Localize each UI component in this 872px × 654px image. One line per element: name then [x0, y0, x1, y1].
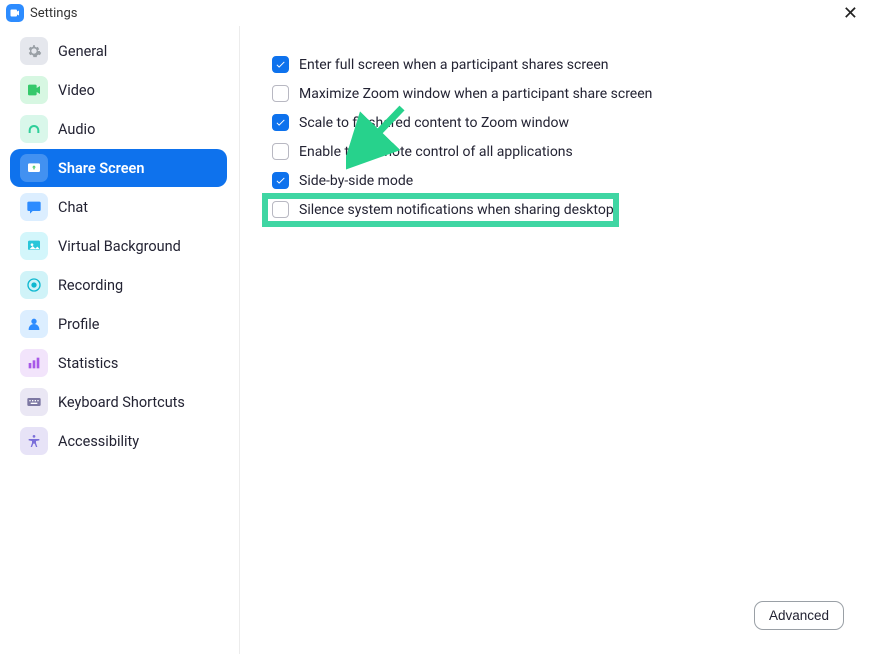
- stats-icon: [20, 349, 48, 377]
- sidebar-item-label: Share Screen: [58, 160, 144, 177]
- window-title: Settings: [30, 6, 77, 21]
- share-icon: [20, 154, 48, 182]
- sidebar-item-share-screen[interactable]: Share Screen: [10, 149, 227, 187]
- option-label: Maximize Zoom window when a participant …: [299, 86, 652, 102]
- sidebar-item-label: Virtual Background: [58, 238, 181, 255]
- sidebar-item-label: Accessibility: [58, 433, 139, 450]
- option-row: Side-by-side mode: [272, 172, 852, 189]
- checkbox[interactable]: [272, 85, 289, 102]
- checkbox[interactable]: [272, 172, 289, 189]
- option-label: Enter full screen when a participant sha…: [299, 57, 609, 73]
- content-pane: Enter full screen when a participant sha…: [240, 26, 872, 654]
- option-row: Maximize Zoom window when a participant …: [272, 85, 852, 102]
- advanced-button[interactable]: Advanced: [754, 601, 844, 630]
- app-icon: [6, 4, 24, 22]
- sidebar-item-keyboard-shortcuts[interactable]: Keyboard Shortcuts: [10, 383, 227, 421]
- checkbox[interactable]: [272, 114, 289, 131]
- sidebar-item-label: Chat: [58, 199, 88, 216]
- chat-icon: [20, 193, 48, 221]
- sidebar-item-label: Profile: [58, 316, 99, 333]
- sidebar-item-label: Keyboard Shortcuts: [58, 394, 185, 411]
- options-list: Enter full screen when a participant sha…: [272, 56, 852, 218]
- sidebar-item-label: Recording: [58, 277, 123, 294]
- option-row: Enter full screen when a participant sha…: [272, 56, 852, 73]
- sidebar-item-label: General: [58, 43, 107, 60]
- record-icon: [20, 271, 48, 299]
- close-button[interactable]: ✕: [839, 3, 862, 24]
- option-row: Scale to fit shared content to Zoom wind…: [272, 114, 852, 131]
- option-label: Enable the remote control of all applica…: [299, 144, 573, 160]
- option-row: Silence system notifications when sharin…: [272, 201, 852, 218]
- sidebar-item-chat[interactable]: Chat: [10, 188, 227, 226]
- titlebar: Settings ✕: [0, 0, 872, 26]
- option-label: Side-by-side mode: [299, 173, 413, 189]
- gear-icon: [20, 37, 48, 65]
- sidebar-item-general[interactable]: General: [10, 32, 227, 70]
- sidebar: General Video Audio Share Screen Chat Virtual…: [0, 26, 240, 654]
- checkbox[interactable]: [272, 56, 289, 73]
- checkbox[interactable]: [272, 201, 289, 218]
- sidebar-item-audio[interactable]: Audio: [10, 110, 227, 148]
- option-label: Silence system notifications when sharin…: [299, 202, 614, 218]
- sidebar-item-virtual-background[interactable]: Virtual Background: [10, 227, 227, 265]
- sidebar-item-profile[interactable]: Profile: [10, 305, 227, 343]
- profile-icon: [20, 310, 48, 338]
- video-icon: [20, 76, 48, 104]
- checkbox[interactable]: [272, 143, 289, 160]
- audio-icon: [20, 115, 48, 143]
- option-label: Scale to fit shared content to Zoom wind…: [299, 115, 569, 131]
- sidebar-item-recording[interactable]: Recording: [10, 266, 227, 304]
- sidebar-item-label: Audio: [58, 121, 95, 138]
- sidebar-item-label: Statistics: [58, 355, 118, 372]
- keyboard-icon: [20, 388, 48, 416]
- sidebar-item-statistics[interactable]: Statistics: [10, 344, 227, 382]
- sidebar-item-video[interactable]: Video: [10, 71, 227, 109]
- sidebar-item-label: Video: [58, 82, 95, 99]
- access-icon: [20, 427, 48, 455]
- option-row: Enable the remote control of all applica…: [272, 143, 852, 160]
- bg-icon: [20, 232, 48, 260]
- sidebar-item-accessibility[interactable]: Accessibility: [10, 422, 227, 460]
